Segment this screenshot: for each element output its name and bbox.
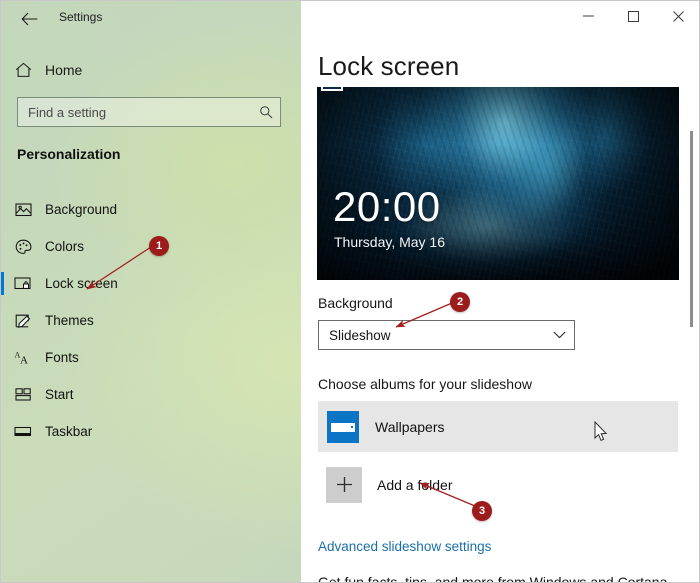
page-title: Lock screen: [318, 51, 459, 82]
section-title: Personalization: [17, 146, 120, 162]
taskbar-icon: [1, 425, 45, 438]
album-thumbnail-icon: [327, 411, 359, 443]
background-type-dropdown[interactable]: Slideshow: [318, 320, 575, 350]
search-input[interactable]: [18, 105, 252, 120]
picture-icon: [1, 202, 45, 217]
sidebar-item-label: Themes: [45, 313, 94, 328]
sidebar: Settings Home Personalization: [1, 1, 301, 583]
settings-window: Settings Home Personalization: [0, 0, 700, 583]
sidebar-item-home[interactable]: Home: [1, 55, 301, 85]
close-button[interactable]: [656, 1, 700, 31]
window-controls: [566, 1, 700, 31]
sidebar-item-fonts[interactable]: A A Fonts: [1, 339, 301, 376]
search-icon[interactable]: [252, 105, 280, 119]
maximize-button[interactable]: [611, 1, 656, 31]
sidebar-item-colors[interactable]: Colors: [1, 228, 301, 265]
sidebar-item-label: Fonts: [45, 350, 79, 365]
preview-date: Thursday, May 16: [334, 234, 445, 250]
sidebar-item-label-home: Home: [45, 62, 82, 78]
add-folder-button[interactable]: Add a folder: [318, 459, 678, 510]
plus-icon: [326, 467, 362, 503]
album-name: Wallpapers: [375, 419, 445, 435]
sidebar-item-themes[interactable]: Themes: [1, 302, 301, 339]
preview-clock: 20:00: [333, 186, 441, 228]
sidebar-item-label: Taskbar: [45, 424, 92, 439]
svg-text:A: A: [20, 354, 28, 365]
add-folder-label: Add a folder: [377, 477, 453, 493]
sidebar-item-label: Colors: [45, 239, 84, 254]
lock-screen-preview[interactable]: 20:00 Thursday, May 16: [317, 87, 679, 280]
sidebar-nav-list: Background Colors: [1, 191, 301, 450]
start-icon: [1, 387, 45, 402]
sidebar-item-label: Lock screen: [45, 276, 118, 291]
palette-icon: [1, 239, 45, 255]
image-badge-icon: [321, 87, 343, 91]
lock-screen-icon: [1, 276, 45, 291]
brush-icon: [1, 313, 45, 329]
album-list-item-wallpapers[interactable]: Wallpapers: [318, 401, 678, 452]
selection-indicator: [1, 272, 4, 295]
advanced-slideshow-settings-link[interactable]: Advanced slideshow settings: [318, 539, 491, 554]
sidebar-titlebar: Settings: [1, 1, 301, 37]
album-thumbnail-dot: [351, 426, 353, 428]
scrollbar-track[interactable]: [686, 41, 697, 583]
app-title: Settings: [59, 10, 102, 24]
sidebar-item-background[interactable]: Background: [1, 191, 301, 228]
minimize-button[interactable]: [566, 1, 611, 31]
fonts-icon: A A: [1, 350, 45, 365]
albums-label: Choose albums for your slideshow: [318, 376, 532, 392]
search-box[interactable]: [17, 97, 281, 127]
back-arrow-icon[interactable]: [9, 5, 49, 33]
sidebar-item-label: Background: [45, 202, 117, 217]
sidebar-item-lock-screen[interactable]: Lock screen: [1, 265, 301, 302]
chevron-down-icon: [544, 331, 574, 339]
sidebar-item-label: Start: [45, 387, 74, 402]
cortana-tips-text: Get fun facts, tips, and more from Windo…: [318, 574, 667, 583]
background-label: Background: [318, 295, 393, 311]
background-type-value: Slideshow: [319, 328, 544, 343]
sidebar-item-taskbar[interactable]: Taskbar: [1, 413, 301, 450]
sidebar-item-start[interactable]: Start: [1, 376, 301, 413]
home-icon: [1, 62, 45, 78]
scrollbar-thumb[interactable]: [690, 131, 693, 327]
